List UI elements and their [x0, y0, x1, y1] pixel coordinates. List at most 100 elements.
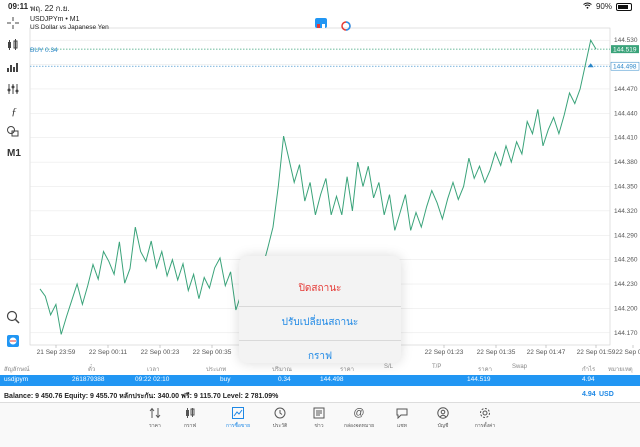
tab-settings[interactable]: การตั้งค่า: [469, 407, 501, 430]
history-icon: [274, 407, 286, 419]
open-chart-button[interactable]: กราฟ: [239, 340, 401, 363]
x-tick-label: 22 Sep 01:35: [477, 349, 516, 356]
status-bar: 09:11 พฤ. 22 ก.ย. 90%: [0, 0, 640, 14]
candles-icon: [184, 407, 196, 419]
y-tick-label: 144.200: [614, 305, 638, 312]
tab-trade[interactable]: การซื้อขาย: [222, 407, 254, 430]
status-time: 09:11: [8, 2, 29, 11]
tab-label: ประวัติ: [272, 423, 288, 429]
x-tick-label: 22 Sep 01:47: [527, 349, 566, 356]
status-right: 90%: [583, 2, 632, 11]
tab-label: การตั้งค่า: [474, 423, 496, 429]
col-ticket: ตั๋ว: [88, 367, 96, 373]
x-tick-label: 21 Sep 23:59: [37, 349, 76, 356]
profit-currency: USD: [599, 391, 614, 398]
x-tick-label: 22 Sep 00:23: [141, 349, 180, 356]
position-action-menu: ปิดสถานะ ปรับเปลี่ยนสถานะ กราฟ: [239, 256, 401, 363]
y-tick-label: 144.470: [614, 86, 638, 93]
x-tick-label: 22 Sep 01:23: [425, 349, 464, 356]
balance-text: Balance: 9 450.76 Equity: 9 455.70 หลักป…: [4, 393, 279, 400]
zoom-icon[interactable]: [6, 310, 22, 326]
y-tick-label: 144.170: [614, 330, 638, 337]
y-tick-label: 144.530: [614, 37, 638, 44]
timeframe-button[interactable]: M1: [6, 146, 22, 162]
tab-label: ข่าว: [314, 423, 324, 429]
at-icon: @: [353, 407, 365, 419]
close-position-button[interactable]: ปิดสถานะ: [239, 272, 401, 307]
x-tick-label: 22 Sep 02:1: [615, 349, 640, 356]
trade-toggle-icon[interactable]: [340, 18, 352, 31]
buy-entry-marker: [587, 63, 594, 68]
settings-icon: [479, 407, 491, 419]
row-time: 09:22 02:10: [135, 376, 170, 383]
indicators-icon[interactable]: [6, 60, 22, 76]
col-type: ประเภท: [206, 367, 227, 373]
row-type: buy: [220, 376, 231, 383]
position-row[interactable]: usdjpym 261879388 09:22 02:10 buy 0.34 1…: [0, 375, 640, 386]
y-tick-label: 144.230: [614, 281, 638, 288]
chat-icon: [396, 407, 408, 420]
trade-icon: [232, 407, 244, 419]
col-symbol: สัญลักษณ์: [4, 367, 30, 373]
positions-table-header: สัญลักษณ์ ตั๋ว เวลา ประเภท ปริมาณ ราคา S…: [0, 363, 640, 374]
col-current-price: ราคา: [478, 367, 492, 373]
row-price: 144.498: [320, 376, 344, 383]
row-volume: 0.34: [278, 376, 291, 383]
modify-position-button[interactable]: ปรับเปลี่ยนสถานะ: [239, 306, 401, 341]
tab-label: แชท: [397, 423, 407, 429]
col-price: ราคา: [340, 367, 354, 373]
tab-label: กล่องจดหมาย: [343, 423, 375, 429]
account-icon: [437, 407, 449, 419]
bottom-tab-bar: ราคา กราฟ การซื้อขาย ประวัติ ข่าว @ กล่อ…: [0, 403, 640, 447]
y-tick-label: 144.320: [614, 208, 638, 215]
chart-symbol: USDJPYm • M1: [30, 16, 80, 23]
y-tick-label: 144.260: [614, 257, 638, 264]
function-icon[interactable]: ƒ: [6, 104, 22, 120]
shapes-icon[interactable]: [6, 124, 22, 140]
account-summary: Balance: 9 450.76 Equity: 9 455.70 หลักป…: [0, 388, 640, 403]
y-tick-label: 144.290: [614, 232, 638, 239]
chart-symbol-description: US Dollar vs Japanese Yen: [30, 24, 109, 31]
tab-quotes[interactable]: ราคา: [139, 407, 171, 430]
col-sl: S/L: [384, 364, 394, 370]
y-tick-label: 144.380: [614, 159, 638, 166]
y-tick-label: 144.410: [614, 135, 638, 142]
y-tick-label: 144.350: [614, 184, 638, 191]
news-icon: [313, 407, 325, 419]
row-current-price: 144.519: [467, 376, 491, 383]
tab-label: กราฟ: [183, 423, 197, 429]
total-profit: 4.94: [582, 391, 596, 398]
tab-chart[interactable]: กราฟ: [174, 407, 206, 430]
tab-accounts[interactable]: บัญชี: [427, 407, 459, 430]
objects-icon[interactable]: [6, 82, 22, 98]
row-profit: 4.94: [582, 376, 595, 383]
tab-label: ราคา: [149, 423, 161, 429]
tab-label: บัญชี: [437, 423, 449, 429]
arrows-icon: [149, 407, 161, 419]
one-click-trading-icon[interactable]: [6, 334, 22, 350]
tab-history[interactable]: ประวัติ: [264, 407, 296, 430]
col-volume: ปริมาณ: [272, 367, 292, 373]
battery-percent: 90%: [595, 2, 612, 11]
x-tick-label: 22 Sep 00:11: [89, 349, 128, 356]
tab-label: การซื้อขาย: [225, 423, 251, 429]
col-tp: T/P: [432, 364, 442, 370]
current-price-badge-text: 144.519: [613, 47, 637, 54]
sell-buy-badge-icon[interactable]: [315, 18, 327, 28]
tab-mailbox[interactable]: @ กล่องจดหมาย: [343, 407, 375, 430]
y-tick-label: 144.440: [614, 110, 638, 117]
col-swap: Swap: [512, 364, 528, 370]
tab-news[interactable]: ข่าว: [303, 407, 335, 430]
col-comment: หมายเหตุ: [608, 367, 633, 373]
row-symbol: usdjpym: [4, 376, 29, 383]
col-time: เวลา: [147, 367, 160, 373]
chart-type-icon[interactable]: [6, 38, 22, 54]
buy-price-badge-text: 144.498: [613, 64, 637, 71]
x-tick-label: 22 Sep 00:35: [193, 349, 232, 356]
battery-icon: [616, 2, 632, 11]
x-tick-label: 22 Sep 01:59: [577, 349, 616, 356]
col-profit: กำไร: [582, 367, 596, 373]
crosshair-icon[interactable]: [6, 16, 22, 32]
buy-position-label: BUY 0.34: [30, 47, 58, 54]
tab-chat[interactable]: แชท: [386, 407, 418, 430]
